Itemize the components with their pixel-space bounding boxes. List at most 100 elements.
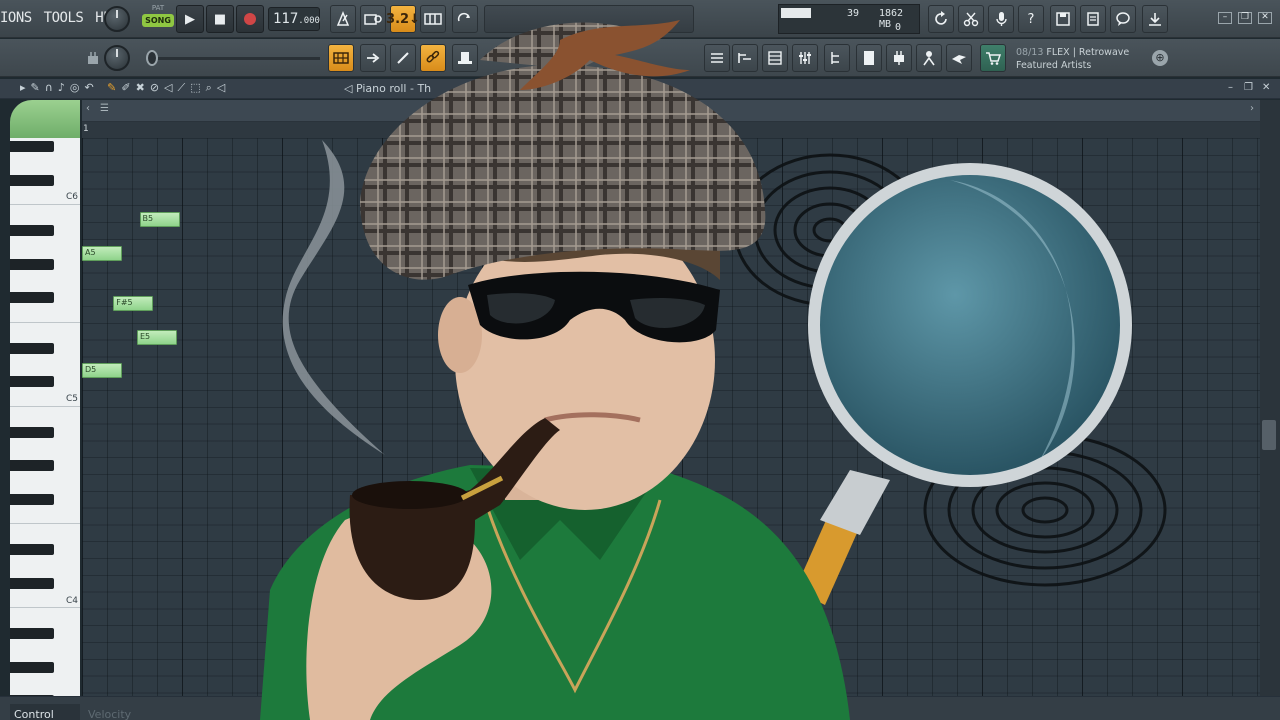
black-key[interactable] [10, 342, 54, 354]
globe-icon[interactable]: ⊕ [1152, 50, 1168, 66]
chat-button[interactable] [1110, 5, 1136, 33]
stop-button[interactable]: ■ [206, 5, 234, 33]
black-key[interactable] [10, 174, 54, 186]
minimize-icon[interactable]: – [1218, 12, 1232, 24]
wrench-icon[interactable]: ✎ [31, 81, 45, 94]
velocity-label[interactable]: Velocity [88, 708, 131, 720]
news-subtitle: Featured Artists [1016, 60, 1092, 71]
piano-keyboard[interactable]: C6 C5 C4 [10, 138, 80, 696]
black-key[interactable] [10, 292, 54, 304]
black-key[interactable] [10, 661, 54, 673]
browser-button[interactable] [824, 44, 850, 72]
tool-corner[interactable] [10, 100, 80, 138]
piano-roll-button[interactable] [732, 44, 758, 72]
countdown-button[interactable]: 3.2↓ [386, 5, 420, 33]
shop-button[interactable] [980, 44, 1006, 72]
pat-song-switch[interactable]: PAT SONG [142, 4, 174, 34]
speaker-icon[interactable]: ◁ [164, 81, 177, 94]
news-panel[interactable]: 08/13 FLEX | Retrowave Featured Artists [1012, 43, 1172, 75]
mute-icon[interactable]: ⊘ [150, 81, 164, 94]
black-key[interactable] [10, 544, 54, 556]
playback-icon[interactable]: ◁ [217, 81, 230, 94]
black-key[interactable] [10, 460, 54, 472]
menu-arrow-icon[interactable]: ▸ [20, 81, 31, 94]
piano-roll-note[interactable]: A5 [82, 245, 122, 261]
target-icon[interactable]: ◎ [70, 81, 85, 94]
cut-button[interactable] [958, 5, 984, 33]
pr-close-icon[interactable]: ✕ [1262, 82, 1270, 93]
typing-keyboard-button[interactable] [452, 44, 478, 72]
pitch-slider-handle[interactable] [146, 50, 158, 66]
pencil-icon[interactable]: ✎ [107, 81, 121, 94]
note-grid[interactable] [82, 138, 1260, 696]
zoom-icon[interactable]: ⌕ [206, 81, 217, 94]
close-icon[interactable]: ✕ [1258, 12, 1272, 24]
help-button[interactable]: ? [1018, 5, 1044, 33]
plugin-database-button[interactable] [886, 44, 912, 72]
black-key[interactable] [10, 426, 54, 438]
undo-history-button[interactable] [928, 5, 954, 33]
pencil-tool-button[interactable] [390, 44, 416, 72]
control-label[interactable]: Control [14, 708, 54, 720]
vertical-scroll-thumb[interactable] [1262, 420, 1276, 450]
menu-options[interactable]: IONS [0, 10, 32, 26]
piano-roll-note[interactable]: B5 [139, 212, 180, 227]
menu-tools[interactable]: TOOLS [44, 10, 84, 26]
note-icon[interactable]: ♪ [58, 81, 70, 94]
song-position-slider[interactable] [484, 5, 694, 33]
pitch-slider-track[interactable] [150, 57, 320, 60]
black-key[interactable] [10, 141, 54, 152]
slice-icon[interactable]: ⟋ [178, 81, 191, 94]
next-pattern-button[interactable] [360, 44, 386, 72]
eraser-icon[interactable]: ✖ [136, 81, 150, 94]
tree-icon [831, 52, 839, 64]
wait-input-button[interactable] [360, 5, 386, 33]
snap-button[interactable] [328, 44, 354, 72]
black-key[interactable] [10, 577, 54, 589]
paint-icon[interactable]: ✐ [121, 81, 135, 94]
piano-roll-note[interactable]: F#5 [113, 296, 154, 311]
channel-rack-button[interactable] [704, 44, 730, 72]
black-key[interactable] [10, 628, 54, 640]
scroll-left-icon[interactable]: ‹ [86, 103, 90, 114]
black-key[interactable] [10, 493, 54, 505]
render-button[interactable] [1080, 5, 1106, 33]
time-ruler[interactable]: 1 [82, 122, 1260, 138]
tempo-display[interactable]: 117.000 [268, 7, 320, 31]
undo-icon[interactable]: ↶ [84, 81, 98, 94]
master-volume-knob[interactable] [104, 6, 130, 32]
piano-roll-note[interactable]: D5 [82, 363, 122, 379]
save-button[interactable] [1050, 5, 1076, 33]
cpu-value: 39 [847, 8, 860, 19]
magnet-icon[interactable]: ∩ [45, 81, 58, 94]
piano-keys-icon [424, 13, 442, 25]
record-audio-button[interactable] [988, 5, 1014, 33]
record-button[interactable] [236, 5, 264, 33]
link-tool-button[interactable] [420, 44, 446, 72]
performance-mode-button[interactable] [946, 44, 972, 72]
touch-controller-button[interactable] [916, 44, 942, 72]
snap-menu-icon[interactable]: ☰ [100, 103, 109, 114]
restore-icon[interactable]: ❐ [1238, 12, 1252, 24]
pr-minimize-icon[interactable]: – [1228, 82, 1233, 93]
select-icon[interactable]: ⬚ [190, 81, 205, 94]
pr-maximize-icon[interactable]: ❐ [1244, 82, 1253, 93]
download-button[interactable] [1142, 5, 1168, 33]
project-info-button[interactable] [856, 44, 882, 72]
loop-record-button[interactable] [452, 5, 478, 33]
vertical-scrollbar[interactable] [1260, 100, 1280, 696]
black-key[interactable] [10, 258, 54, 270]
mixer-button[interactable] [792, 44, 818, 72]
master-pitch-knob[interactable] [104, 45, 130, 71]
playlist-button[interactable] [762, 44, 788, 72]
white-key-divider [10, 523, 80, 525]
blend-notes-button[interactable] [420, 5, 446, 33]
piano-roll-note[interactable]: E5 [137, 329, 177, 345]
play-button[interactable]: ▶ [176, 5, 204, 33]
plugin-picker-button[interactable] [80, 44, 106, 72]
brush-icon [397, 52, 409, 64]
black-key[interactable] [10, 225, 54, 236]
black-key[interactable] [10, 376, 54, 388]
scroll-right-icon[interactable]: › [1250, 103, 1254, 114]
metronome-button[interactable] [330, 5, 356, 33]
